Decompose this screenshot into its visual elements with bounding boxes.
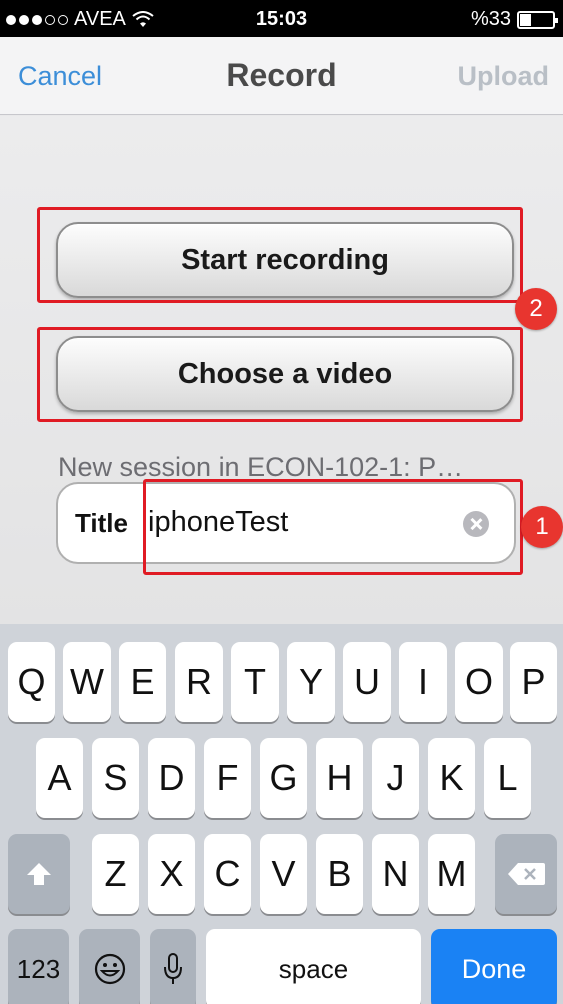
battery-percent: %33 bbox=[470, 8, 511, 30]
key-n[interactable]: N bbox=[372, 834, 419, 914]
done-key[interactable]: Done bbox=[431, 929, 557, 1004]
space-key[interactable]: space bbox=[206, 929, 421, 1004]
key-d[interactable]: D bbox=[148, 738, 195, 818]
shift-key[interactable] bbox=[8, 834, 70, 914]
key-r[interactable]: R bbox=[175, 642, 223, 722]
key-z[interactable]: Z bbox=[92, 834, 139, 914]
shift-arrow-icon bbox=[27, 863, 51, 885]
key-l[interactable]: L bbox=[484, 738, 531, 818]
key-i[interactable]: I bbox=[399, 642, 447, 722]
key-a[interactable]: A bbox=[36, 738, 83, 818]
key-s[interactable]: S bbox=[92, 738, 139, 818]
upload-button[interactable]: Upload bbox=[458, 61, 550, 92]
microphone-key[interactable] bbox=[150, 929, 196, 1004]
key-y[interactable]: Y bbox=[287, 642, 335, 722]
title-field-label: Title bbox=[75, 508, 128, 538]
key-m[interactable]: M bbox=[428, 834, 475, 914]
key-k[interactable]: K bbox=[428, 738, 475, 818]
key-w[interactable]: W bbox=[63, 642, 111, 722]
key-g[interactable]: G bbox=[260, 738, 307, 818]
key-f[interactable]: F bbox=[204, 738, 251, 818]
step-badge-2: 2 bbox=[515, 288, 557, 330]
record-content: Start recording Choose a video 2 New ses… bbox=[0, 116, 563, 624]
key-h[interactable]: H bbox=[316, 738, 363, 818]
keyboard: Q W E R T Y U I O P A S D F G H J K L Z … bbox=[0, 624, 563, 1004]
backspace-icon bbox=[508, 863, 545, 885]
emoji-icon bbox=[94, 953, 125, 985]
key-x[interactable]: X bbox=[148, 834, 195, 914]
key-e[interactable]: E bbox=[119, 642, 166, 722]
key-o[interactable]: O bbox=[455, 642, 503, 722]
navigation-bar: Cancel Record Upload bbox=[0, 37, 563, 115]
status-right: %33 bbox=[470, 8, 558, 31]
emoji-key[interactable] bbox=[79, 929, 140, 1004]
step-badge-1: 1 bbox=[521, 506, 563, 548]
battery-level bbox=[520, 13, 531, 26]
battery-icon bbox=[517, 10, 558, 29]
key-t[interactable]: T bbox=[231, 642, 279, 722]
backspace-key[interactable] bbox=[495, 834, 557, 914]
microphone-icon bbox=[164, 953, 182, 984]
key-c[interactable]: C bbox=[204, 834, 251, 914]
key-b[interactable]: B bbox=[316, 834, 363, 914]
key-q[interactable]: Q bbox=[8, 642, 55, 722]
highlight-title-input bbox=[143, 479, 523, 575]
key-u[interactable]: U bbox=[343, 642, 391, 722]
key-p[interactable]: P bbox=[510, 642, 557, 722]
highlight-start-recording bbox=[37, 207, 523, 303]
highlight-choose-video bbox=[37, 327, 523, 422]
key-v[interactable]: V bbox=[260, 834, 307, 914]
status-bar: AVEA 15:03 %33 bbox=[0, 0, 563, 37]
key-j[interactable]: J bbox=[372, 738, 419, 818]
numbers-key[interactable]: 123 bbox=[8, 929, 69, 1004]
